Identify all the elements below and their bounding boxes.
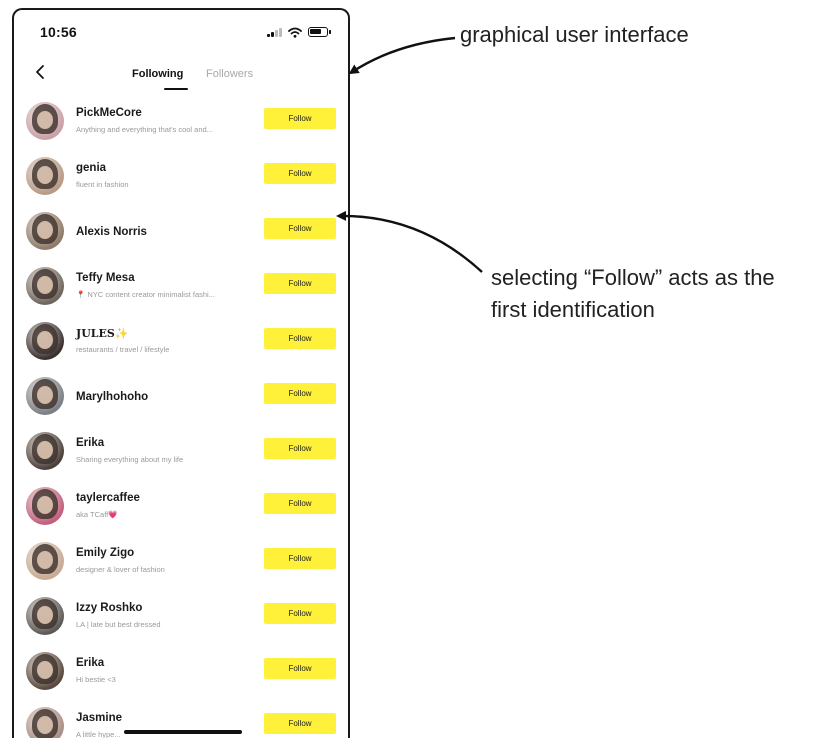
follow-button[interactable]: Follow (264, 328, 336, 349)
avatar-face (37, 606, 53, 624)
avatar[interactable] (26, 322, 64, 360)
list-item: genia fluent in fashion Follow (14, 149, 348, 204)
follow-button[interactable]: Follow (264, 273, 336, 294)
list-item: Izzy Roshko LA | late but best dressed Fol… (14, 589, 348, 644)
avatar-face (37, 111, 53, 129)
avatar[interactable] (26, 487, 64, 525)
arrow-to-follow (336, 210, 483, 273)
active-tab-indicator (164, 88, 188, 90)
follow-button[interactable]: Follow (264, 383, 336, 404)
user-bio: LA | late but best dressed (76, 620, 161, 629)
annotation-follow-line2: first identification (491, 297, 655, 322)
avatar[interactable] (26, 212, 64, 250)
avatar[interactable] (26, 267, 64, 305)
status-bar: 10:56 (14, 10, 348, 50)
list-item: Emily Zigo designer & lover of fashion Fol… (14, 534, 348, 589)
avatar-face (37, 716, 53, 734)
follow-button[interactable]: Follow (264, 218, 336, 239)
follow-button[interactable]: Follow (264, 713, 336, 734)
signal-icon (267, 27, 282, 37)
avatar-face (37, 166, 53, 184)
tab-followers[interactable]: Followers (206, 68, 253, 80)
user-name[interactable]: Izzy Roshko (76, 602, 142, 614)
avatar[interactable] (26, 597, 64, 635)
annotation-gui: graphical user interface (460, 22, 689, 47)
user-name[interactable]: genia (76, 162, 106, 174)
nav-bar: Following Followers (14, 54, 348, 94)
follow-button[interactable]: Follow (264, 548, 336, 569)
user-name[interactable]: Teffy Mesa (76, 272, 135, 284)
user-name[interactable]: Marylhohoho (76, 391, 148, 403)
user-name[interactable]: Alexis Norris (76, 226, 147, 238)
avatar[interactable] (26, 102, 64, 140)
avatar-face (37, 276, 53, 294)
avatar-face (37, 331, 53, 349)
chevron-left-icon (36, 65, 44, 79)
follow-button[interactable]: Follow (264, 603, 336, 624)
avatar-face (37, 551, 53, 569)
avatar-face (37, 386, 53, 404)
avatar[interactable] (26, 652, 64, 690)
annotation-follow-line1: selecting “Follow” acts as the (491, 265, 775, 290)
list-item: Teffy Mesa 📍 NYC content creator minimali… (14, 259, 348, 314)
battery-icon (308, 27, 331, 37)
follow-button[interactable]: Follow (264, 658, 336, 679)
avatar-face (37, 221, 53, 239)
list-item: Erika Sharing everything about my life Fol… (14, 424, 348, 479)
list-item: Erika Hi bestie <3 Follow (14, 644, 348, 699)
follow-button[interactable]: Follow (264, 163, 336, 184)
arrow-to-gui (348, 36, 456, 75)
list-item: Alexis Norris Follow (14, 204, 348, 259)
user-bio: designer & lover of fashion (76, 565, 165, 574)
list-item: Marylhohoho Follow (14, 369, 348, 424)
avatar-face (37, 496, 53, 514)
following-list: PickMeCore Anything and everything that's… (14, 94, 348, 738)
follow-button[interactable]: Follow (264, 493, 336, 514)
avatar[interactable] (26, 157, 64, 195)
user-bio: Hi bestie <3 (76, 675, 116, 684)
user-name[interactable]: Erika (76, 657, 104, 669)
user-bio: A little hype... (76, 730, 121, 738)
user-name[interactable]: taylercaffee (76, 492, 140, 504)
avatar[interactable] (26, 432, 64, 470)
follow-button[interactable]: Follow (264, 438, 336, 459)
avatar-face (37, 661, 53, 679)
user-bio: Sharing everything about my life (76, 455, 184, 464)
avatar[interactable] (26, 707, 64, 738)
user-bio: fluent in fashion (76, 180, 129, 189)
home-indicator[interactable] (124, 730, 242, 734)
avatar[interactable] (26, 542, 64, 580)
user-bio: restaurants / travel / lifestyle (76, 345, 170, 354)
wifi-icon (288, 27, 302, 38)
avatar[interactable] (26, 377, 64, 415)
list-item: JULES✨ restaurants / travel / lifestyle Fo… (14, 314, 348, 369)
tab-following[interactable]: Following (132, 68, 183, 80)
user-bio: Anything and everything that's cool and.… (76, 125, 213, 134)
user-name[interactable]: Emily Zigo (76, 547, 134, 559)
list-item: taylercaffee aka TCaff💗 Follow (14, 479, 348, 534)
avatar-face (37, 441, 53, 459)
user-bio: aka TCaff💗 (76, 510, 118, 519)
user-name[interactable]: Erika (76, 437, 104, 449)
list-item: PickMeCore Anything and everything that's… (14, 94, 348, 149)
annotation-follow: selecting “Follow” acts as the first ide… (491, 262, 836, 326)
user-name[interactable]: JULES✨ (76, 327, 129, 340)
status-icons (267, 26, 331, 38)
status-time: 10:56 (40, 24, 77, 40)
phone-screen: 10:56 Following Followers PickMeCore Anyt… (12, 8, 350, 738)
follow-button[interactable]: Follow (264, 108, 336, 129)
user-name[interactable]: PickMeCore (76, 107, 142, 119)
user-bio: 📍 NYC content creator minimalist fashi..… (76, 290, 215, 299)
back-button[interactable] (28, 60, 52, 84)
user-name[interactable]: Jasmine (76, 712, 122, 724)
